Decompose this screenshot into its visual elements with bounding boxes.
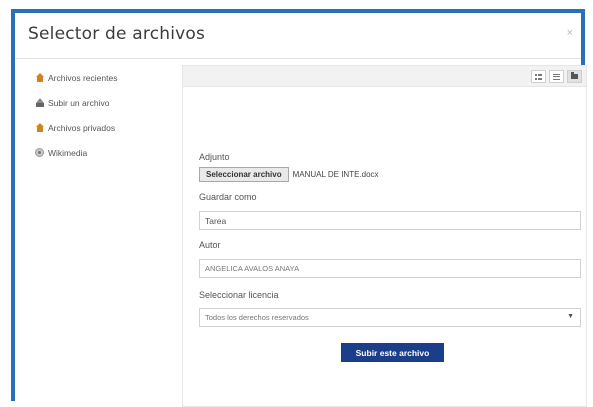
license-select[interactable]: Todos los derechos reservados ▼ xyxy=(199,308,581,327)
sidebar-item-upload-file[interactable]: Subir un archivo xyxy=(35,96,185,110)
grid-view-button[interactable] xyxy=(531,70,546,83)
dialog-header: Selector de archivos × xyxy=(15,13,581,59)
view-switcher xyxy=(531,70,582,83)
upload-icon xyxy=(35,98,45,108)
license-selected-value: Todos los derechos reservados xyxy=(205,313,309,322)
author-input[interactable]: ANGELICA AVALOS ANAYA xyxy=(199,259,581,278)
sidebar-item-wikimedia[interactable]: Wikimedia xyxy=(35,146,185,160)
sidebar-item-label: Wikimedia xyxy=(48,148,88,158)
upload-file-button[interactable]: Subir este archivo xyxy=(341,343,444,362)
sidebar-item-label: Archivos privados xyxy=(48,123,116,133)
save-as-input[interactable]: Tarea xyxy=(199,211,581,230)
dialog-title: Selector de archivos xyxy=(28,24,206,44)
home-icon xyxy=(35,73,45,83)
chevron-down-icon: ▼ xyxy=(567,313,574,320)
home-icon xyxy=(35,123,45,133)
list-view-button[interactable] xyxy=(549,70,564,83)
save-as-label: Guardar como xyxy=(199,192,257,202)
folder-view-icon xyxy=(571,72,578,79)
file-chooser: Seleccionar archivo MANUAL DE INTE.docx xyxy=(199,167,379,182)
choose-file-button[interactable]: Seleccionar archivo xyxy=(199,167,289,182)
view-toolbar xyxy=(183,66,586,87)
sidebar-item-label: Archivos recientes xyxy=(48,73,118,83)
close-icon[interactable]: × xyxy=(567,27,573,39)
wikimedia-icon xyxy=(35,148,45,158)
sidebar-item-private-files[interactable]: Archivos privados xyxy=(35,121,185,135)
upload-panel: Adjunto Seleccionar archivo MANUAL DE IN… xyxy=(182,65,587,407)
sidebar-item-recent-files[interactable]: Archivos recientes xyxy=(35,71,185,85)
attachment-label: Adjunto xyxy=(199,152,230,162)
author-label: Autor xyxy=(199,240,221,250)
file-picker-dialog: Selector de archivos × Archivos reciente… xyxy=(11,9,587,407)
folder-view-button[interactable] xyxy=(567,70,582,83)
repository-sidebar: Archivos recientes Subir un archivo Arch… xyxy=(35,71,185,171)
license-label: Seleccionar licencia xyxy=(199,290,279,300)
chosen-file-name: MANUAL DE INTE.docx xyxy=(292,170,379,179)
sidebar-item-label: Subir un archivo xyxy=(48,98,110,108)
grid-view-icon xyxy=(535,73,542,80)
list-view-icon xyxy=(553,73,560,80)
